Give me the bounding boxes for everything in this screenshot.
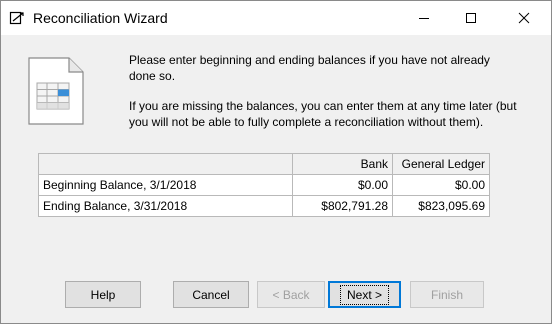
next-button[interactable]: Next > xyxy=(328,281,401,308)
table-row: Ending Balance, 3/31/2018 $802,791.28 $8… xyxy=(38,195,490,217)
app-icon xyxy=(9,11,24,25)
balances-header-row: Bank General Ledger xyxy=(38,153,490,175)
row-label: Ending Balance, 3/31/2018 xyxy=(38,195,293,217)
ending-bank-balance-cell[interactable]: $802,791.28 xyxy=(292,195,393,217)
finish-button-label: Finish xyxy=(430,287,463,302)
maximize-icon xyxy=(466,13,476,23)
close-button[interactable] xyxy=(501,1,547,35)
cancel-button[interactable]: Cancel xyxy=(173,281,249,308)
finish-button[interactable]: Finish xyxy=(410,281,484,308)
reconciliation-wizard-window: Reconciliation Wizard Please enter begin… xyxy=(0,0,552,324)
balances-table: Bank General Ledger Beginning Balance, 3… xyxy=(38,153,490,217)
minimize-icon xyxy=(419,18,429,19)
intro-text: Please enter beginning and ending balanc… xyxy=(129,52,519,144)
wizard-content: Please enter beginning and ending balanc… xyxy=(1,35,551,324)
maximize-button[interactable] xyxy=(448,1,494,35)
header-bank: Bank xyxy=(292,153,393,175)
close-icon xyxy=(518,12,530,24)
spreadsheet-document-icon xyxy=(28,57,84,125)
beginning-ledger-balance-cell[interactable]: $0.00 xyxy=(392,174,490,196)
header-general-ledger: General Ledger xyxy=(392,153,490,175)
table-row: Beginning Balance, 3/1/2018 $0.00 $0.00 xyxy=(38,174,490,196)
title-bar[interactable]: Reconciliation Wizard xyxy=(1,1,551,35)
next-button-label: Next > xyxy=(339,284,389,305)
minimize-button[interactable] xyxy=(401,1,447,35)
intro-paragraph-1: Please enter beginning and ending balanc… xyxy=(129,53,490,83)
help-button-label: Help xyxy=(90,287,116,302)
beginning-bank-balance-cell[interactable]: $0.00 xyxy=(292,174,393,196)
row-label: Beginning Balance, 3/1/2018 xyxy=(38,174,293,196)
help-button[interactable]: Help xyxy=(65,281,141,308)
header-blank-cell xyxy=(38,153,293,175)
back-button[interactable]: < Back xyxy=(257,281,325,308)
ending-ledger-balance-cell[interactable]: $823,095.69 xyxy=(392,195,490,217)
intro-paragraph-2: If you are missing the balances, you can… xyxy=(129,99,517,129)
back-button-label: < Back xyxy=(272,287,310,302)
cancel-button-label: Cancel xyxy=(192,287,230,302)
window-title: Reconciliation Wizard xyxy=(33,10,168,26)
